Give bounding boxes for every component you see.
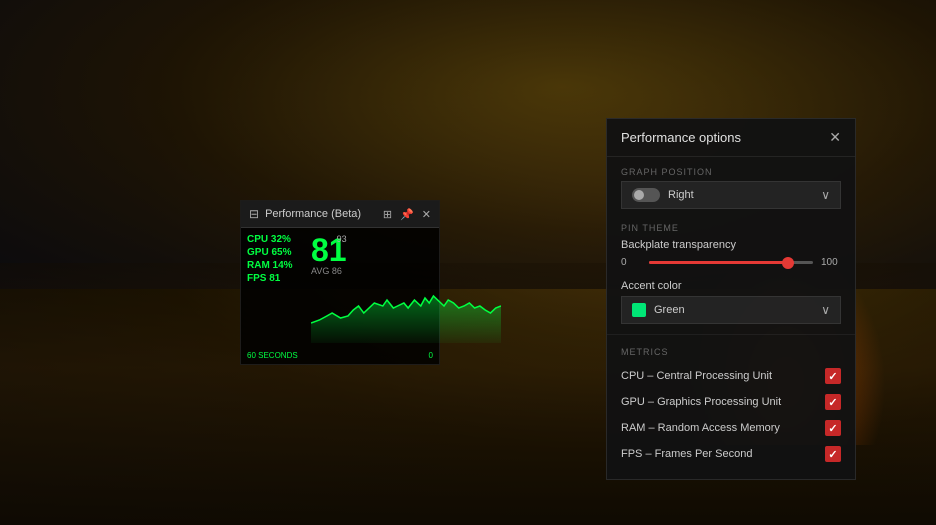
pin-theme-label: PIN THEME <box>607 215 855 239</box>
metric-item-fps: FPS – Frames Per Second <box>607 441 855 467</box>
accent-color-label: Accent color <box>607 276 855 296</box>
metrics-label: METRICS <box>607 341 855 363</box>
backplate-slider[interactable] <box>649 261 813 264</box>
fps-graph <box>311 278 501 343</box>
perf-header-actions: ⊞ 📌 ✕ <box>383 208 431 221</box>
options-close-button[interactable]: ✕ <box>829 129 841 146</box>
metric-item-ram: RAM – Random Access Memory <box>607 415 855 441</box>
metric-item-gpu: GPU – Graphics Processing Unit <box>607 389 855 415</box>
metric-cpu-label: CPU – Central Processing Unit <box>621 370 772 382</box>
perf-body: CPU 32% GPU 65% RAM 14% FPS 81 81 93 AVG… <box>241 228 439 349</box>
metric-gpu-checkbox[interactable] <box>825 394 841 410</box>
slider-thumb <box>782 257 794 269</box>
metric-item-cpu: CPU – Central Processing Unit <box>607 363 855 389</box>
graph-position-dropdown[interactable]: Right ∨ <box>621 181 841 209</box>
accent-chevron-icon: ∨ <box>821 303 830 317</box>
monitor-icon: ⊟ <box>249 207 259 221</box>
dropdown-left: Right <box>632 188 694 202</box>
fps-peak: 93 <box>337 234 347 244</box>
ram-stat: RAM 14% <box>247 260 307 271</box>
slider-fill <box>649 261 788 264</box>
metric-fps-checkbox[interactable] <box>825 446 841 462</box>
metric-ram-label: RAM – Random Access Memory <box>621 422 780 434</box>
fps-stat: FPS 81 <box>247 273 307 284</box>
perf-footer: 60 SECONDS 0 <box>241 349 439 364</box>
perf-title: Performance (Beta) <box>265 208 383 220</box>
options-header: Performance options ✕ <box>607 119 855 157</box>
graph-position-value: Right <box>668 189 694 201</box>
options-title: Performance options <box>621 130 741 145</box>
footer-value: 0 <box>429 351 433 360</box>
accent-color-dropdown[interactable]: Green ∨ <box>621 296 841 324</box>
cpu-stat: CPU 32% <box>247 234 307 245</box>
gpu-stat: GPU 65% <box>247 247 307 258</box>
accent-left: Green <box>632 303 685 317</box>
slider-min: 0 <box>621 257 641 268</box>
backplate-slider-row: 0 100 <box>607 257 855 276</box>
metric-ram-checkbox[interactable] <box>825 420 841 436</box>
chevron-down-icon: ∨ <box>821 188 830 202</box>
graph-position-label: GRAPH POSITION <box>607 157 855 181</box>
settings-icon[interactable]: ⊞ <box>383 208 392 221</box>
perf-main: 81 93 AVG 86 <box>311 234 501 343</box>
metric-cpu-checkbox[interactable] <box>825 368 841 384</box>
graph-position-toggle[interactable] <box>632 188 660 202</box>
options-panel: Performance options ✕ GRAPH POSITION Rig… <box>606 118 856 480</box>
accent-color-swatch <box>632 303 646 317</box>
perf-header: ⊟ Performance (Beta) ⊞ 📌 ✕ <box>241 201 439 228</box>
close-icon[interactable]: ✕ <box>422 208 431 221</box>
metric-fps-label: FPS – Frames Per Second <box>621 448 752 460</box>
slider-max: 100 <box>821 257 841 268</box>
metric-gpu-label: GPU – Graphics Processing Unit <box>621 396 781 408</box>
accent-color-value: Green <box>654 304 685 316</box>
perf-stats: CPU 32% GPU 65% RAM 14% FPS 81 <box>247 234 307 343</box>
footer-time: 60 SECONDS <box>247 351 298 360</box>
performance-widget: ⊟ Performance (Beta) ⊞ 📌 ✕ CPU 32% GPU 6… <box>240 200 440 365</box>
divider <box>607 334 855 335</box>
pin-icon[interactable]: 📌 <box>400 208 414 221</box>
backplate-label: Backplate transparency <box>607 239 855 257</box>
